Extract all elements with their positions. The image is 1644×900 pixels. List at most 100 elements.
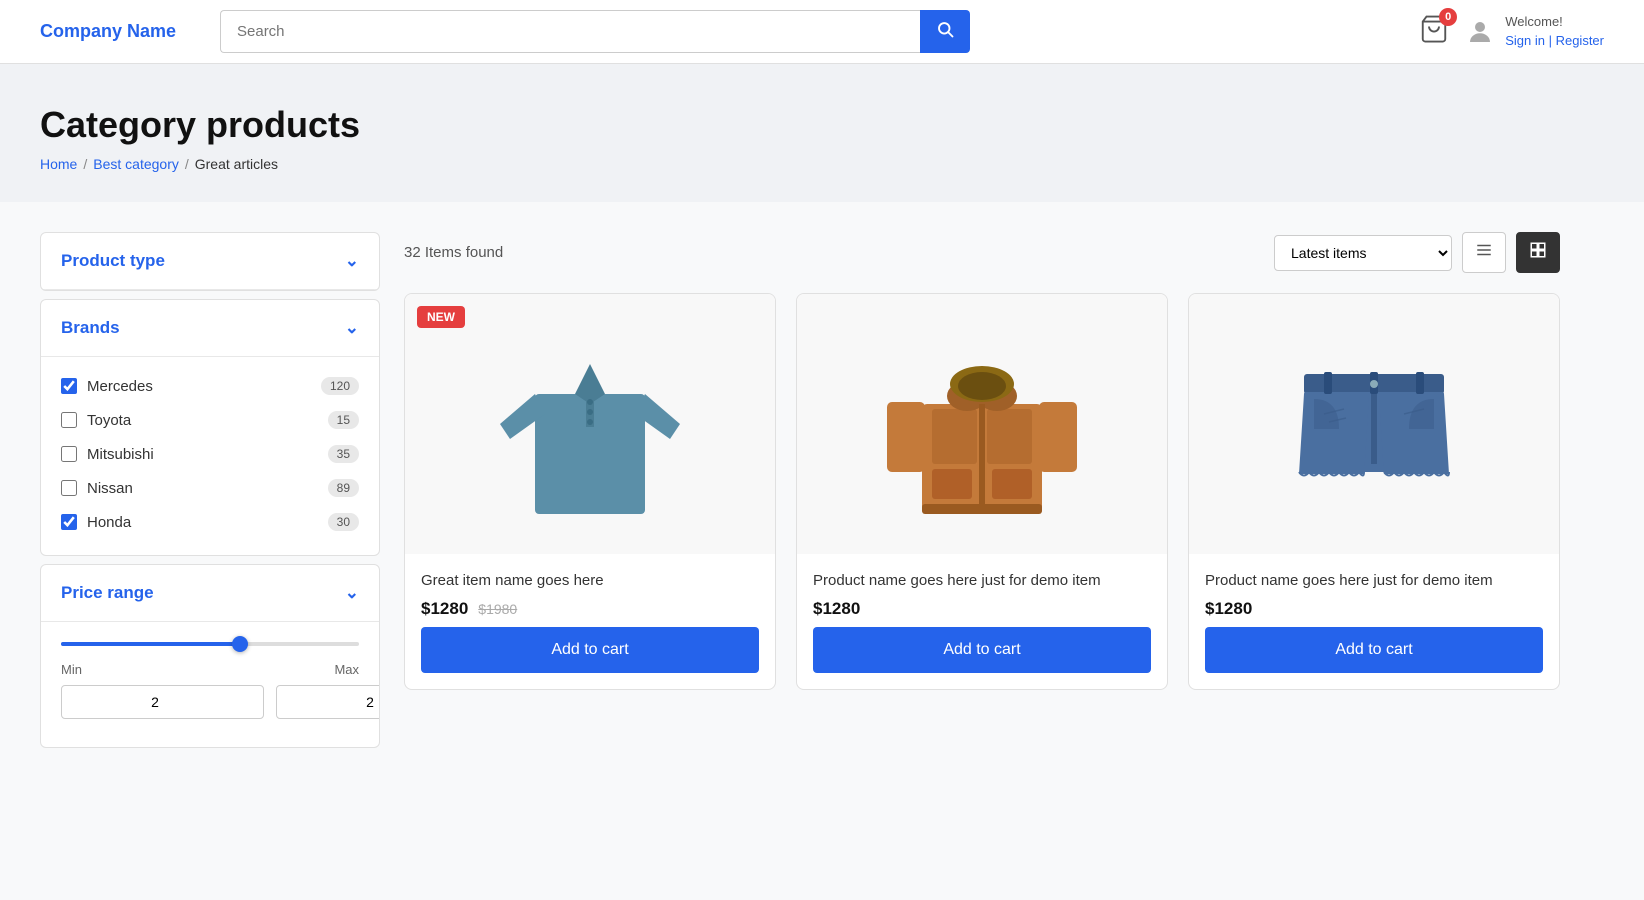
product-image-container-3	[1189, 294, 1559, 554]
company-name[interactable]: Company Name	[40, 21, 200, 42]
product-old-price-1: $1980	[478, 601, 517, 617]
brand-label-toyota: Toyota	[87, 412, 131, 429]
brand-count-toyota: 15	[328, 411, 359, 429]
product-price-row-2: $1280	[813, 599, 1151, 619]
product-type-chevron: ⌄	[345, 251, 359, 271]
brand-item-mitsubishi: Mitsubishi 35	[61, 437, 359, 471]
price-range-body: Min Max	[41, 622, 379, 747]
brand-item-toyota: Toyota 15	[61, 403, 359, 437]
product-name-3: Product name goes here just for demo ite…	[1205, 570, 1543, 591]
cart-count: 0	[1439, 8, 1457, 26]
list-view-button[interactable]	[1462, 232, 1506, 273]
product-name-2: Product name goes here just for demo ite…	[813, 570, 1151, 591]
brand-label-mitsubishi: Mitsubishi	[87, 446, 154, 463]
brand-checkbox-nissan[interactable]	[61, 480, 77, 496]
price-min-label: Min	[61, 662, 82, 677]
product-price-row-3: $1280	[1205, 599, 1543, 619]
breadcrumb-home[interactable]: Home	[40, 156, 77, 172]
price-labels: Min Max	[61, 662, 359, 677]
products-toolbar: 32 Items found Latest items Price: Low t…	[404, 232, 1560, 273]
product-card-3: Product name goes here just for demo ite…	[1188, 293, 1560, 690]
slider-fill	[61, 642, 240, 646]
list-view-icon	[1475, 241, 1493, 259]
banner: Category products Home / Best category /…	[0, 64, 1644, 202]
user-icon	[1465, 17, 1495, 47]
brand-item-nissan: Nissan 89	[61, 471, 359, 505]
products-grid: NEW	[404, 293, 1560, 690]
cart-button[interactable]: 0	[1419, 14, 1449, 49]
main-content: Product type ⌄ Brands ⌄ Mercedes 120	[0, 202, 1600, 786]
grid-view-button[interactable]	[1516, 232, 1560, 273]
breadcrumb-best-category[interactable]: Best category	[93, 156, 179, 172]
product-name-1: Great item name goes here	[421, 570, 759, 591]
price-min-input[interactable]	[61, 685, 264, 719]
brand-label-mercedes: Mercedes	[87, 378, 153, 395]
add-to-cart-button-1[interactable]: Add to cart	[421, 627, 759, 673]
brand-count-mercedes: 120	[321, 377, 359, 395]
price-range-chevron: ⌄	[345, 583, 359, 603]
product-info-3: Product name goes here just for demo ite…	[1189, 554, 1559, 689]
product-image-container-2	[797, 294, 1167, 554]
sort-select[interactable]: Latest items Price: Low to High Price: H…	[1274, 235, 1452, 271]
price-range-label: Price range	[61, 583, 154, 603]
product-info-2: Product name goes here just for demo ite…	[797, 554, 1167, 689]
price-slider-container: Min Max	[61, 634, 359, 731]
brand-label-nissan: Nissan	[87, 480, 133, 497]
sidebar: Product type ⌄ Brands ⌄ Mercedes 120	[40, 232, 380, 756]
header-right: 0 Welcome! Sign in | Register	[1419, 13, 1604, 49]
grid-view-icon	[1529, 241, 1547, 259]
search-input[interactable]	[220, 10, 920, 53]
breadcrumb: Home / Best category / Great articles	[40, 156, 1604, 172]
slider-track	[61, 642, 359, 646]
price-range-header[interactable]: Price range ⌄	[41, 565, 379, 622]
slider-thumb[interactable]	[232, 636, 248, 652]
brand-count-honda: 30	[328, 513, 359, 531]
product-image-3	[1274, 314, 1474, 534]
product-type-filter: Product type ⌄	[40, 232, 380, 291]
add-to-cart-button-2[interactable]: Add to cart	[813, 627, 1151, 673]
price-max-input[interactable]	[276, 685, 380, 719]
brand-checkbox-mercedes[interactable]	[61, 378, 77, 394]
product-info-1: Great item name goes here $1280 $1980 Ad…	[405, 554, 775, 689]
product-image-2	[882, 314, 1082, 534]
brand-item-mercedes: Mercedes 120	[61, 369, 359, 403]
search-container	[220, 10, 970, 53]
brand-checkbox-mitsubishi[interactable]	[61, 446, 77, 462]
toolbar-right: Latest items Price: Low to High Price: H…	[1274, 232, 1560, 273]
welcome-text: Welcome! Sign in | Register	[1505, 13, 1604, 49]
breadcrumb-sep-2: /	[185, 156, 189, 172]
breadcrumb-sep-1: /	[83, 156, 87, 172]
brand-checkbox-toyota[interactable]	[61, 412, 77, 428]
brands-body: Mercedes 120 Toyota 15 Mitsubishi	[41, 357, 379, 555]
brand-count-nissan: 89	[328, 479, 359, 497]
products-area: 32 Items found Latest items Price: Low t…	[404, 232, 1560, 756]
add-to-cart-button-3[interactable]: Add to cart	[1205, 627, 1543, 673]
search-icon	[936, 20, 954, 38]
product-image-container-1: NEW	[405, 294, 775, 554]
items-found: 32 Items found	[404, 244, 503, 261]
product-price-row-1: $1280 $1980	[421, 599, 759, 619]
product-price-2: $1280	[813, 599, 860, 619]
product-image-1	[490, 314, 690, 534]
user-section[interactable]: Welcome! Sign in | Register	[1465, 13, 1604, 49]
brands-label: Brands	[61, 318, 120, 338]
product-type-header[interactable]: Product type ⌄	[41, 233, 379, 290]
product-type-label: Product type	[61, 251, 165, 271]
page-title: Category products	[40, 104, 1604, 146]
brand-checkbox-honda[interactable]	[61, 514, 77, 530]
brand-item-honda: Honda 30	[61, 505, 359, 539]
brand-label-honda: Honda	[87, 514, 131, 531]
new-badge-1: NEW	[417, 306, 465, 328]
breadcrumb-current: Great articles	[195, 156, 278, 172]
product-card-1: NEW	[404, 293, 776, 690]
search-button[interactable]	[920, 10, 970, 53]
product-price-1: $1280	[421, 599, 468, 619]
price-range-filter: Price range ⌄ Min Max	[40, 564, 380, 748]
brand-count-mitsubishi: 35	[328, 445, 359, 463]
brands-filter: Brands ⌄ Mercedes 120 Toyota 15	[40, 299, 380, 556]
product-card-2: Product name goes here just for demo ite…	[796, 293, 1168, 690]
brands-chevron: ⌄	[345, 318, 359, 338]
price-inputs	[61, 685, 359, 719]
product-price-3: $1280	[1205, 599, 1252, 619]
brands-header[interactable]: Brands ⌄	[41, 300, 379, 357]
